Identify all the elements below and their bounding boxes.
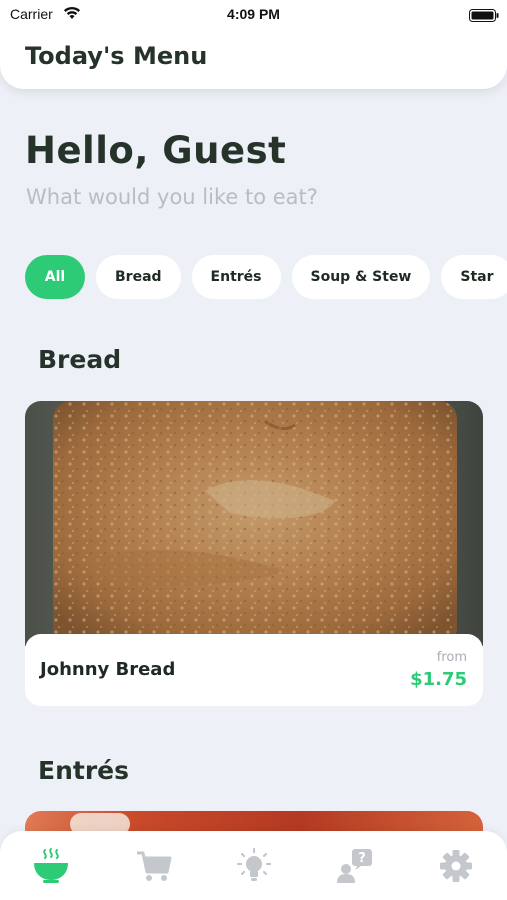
battery-icon — [469, 7, 499, 22]
tab-menu[interactable] — [31, 846, 71, 886]
tab-settings[interactable] — [436, 846, 476, 886]
category-chip-soup-stew[interactable]: Soup & Stew — [291, 255, 431, 299]
tab-cart[interactable] — [134, 846, 174, 886]
category-chip-bread[interactable]: Bread — [96, 255, 181, 299]
tab-bar: ? — [0, 831, 507, 900]
item-price: $1.75 — [410, 669, 467, 690]
category-filter: All Bread Entrés Soup & Stew Star — [25, 255, 507, 300]
item-name: Johnny Bread — [40, 659, 176, 680]
svg-text:?: ? — [358, 851, 366, 866]
section-title-entres: Entrés — [38, 756, 129, 785]
tab-help[interactable]: ? — [335, 846, 375, 886]
greeting-subtitle: What would you like to eat? — [26, 185, 318, 209]
food-image — [25, 401, 483, 646]
tab-tips[interactable] — [234, 846, 274, 886]
category-chip-all[interactable]: All — [25, 255, 85, 299]
cart-icon — [137, 851, 172, 881]
category-chip-starters[interactable]: Star — [441, 255, 507, 299]
page-title: Today's Menu — [25, 42, 208, 70]
food-bowl-icon — [34, 848, 68, 883]
price-from-label: from — [436, 650, 467, 665]
category-chip-entres[interactable]: Entrés — [191, 255, 281, 299]
card-footer: Johnny Bread from $1.75 — [25, 634, 483, 706]
status-bar: Carrier 4:09 PM — [0, 0, 507, 30]
lightbulb-icon — [236, 847, 272, 881]
help-person-icon: ? — [337, 849, 372, 883]
section-title-bread: Bread — [38, 345, 122, 374]
gear-icon — [440, 850, 472, 882]
menu-item-card[interactable]: Johnny Bread from $1.75 — [25, 401, 483, 706]
status-time: 4:09 PM — [227, 6, 280, 22]
greeting-title: Hello, Guest — [25, 129, 287, 172]
